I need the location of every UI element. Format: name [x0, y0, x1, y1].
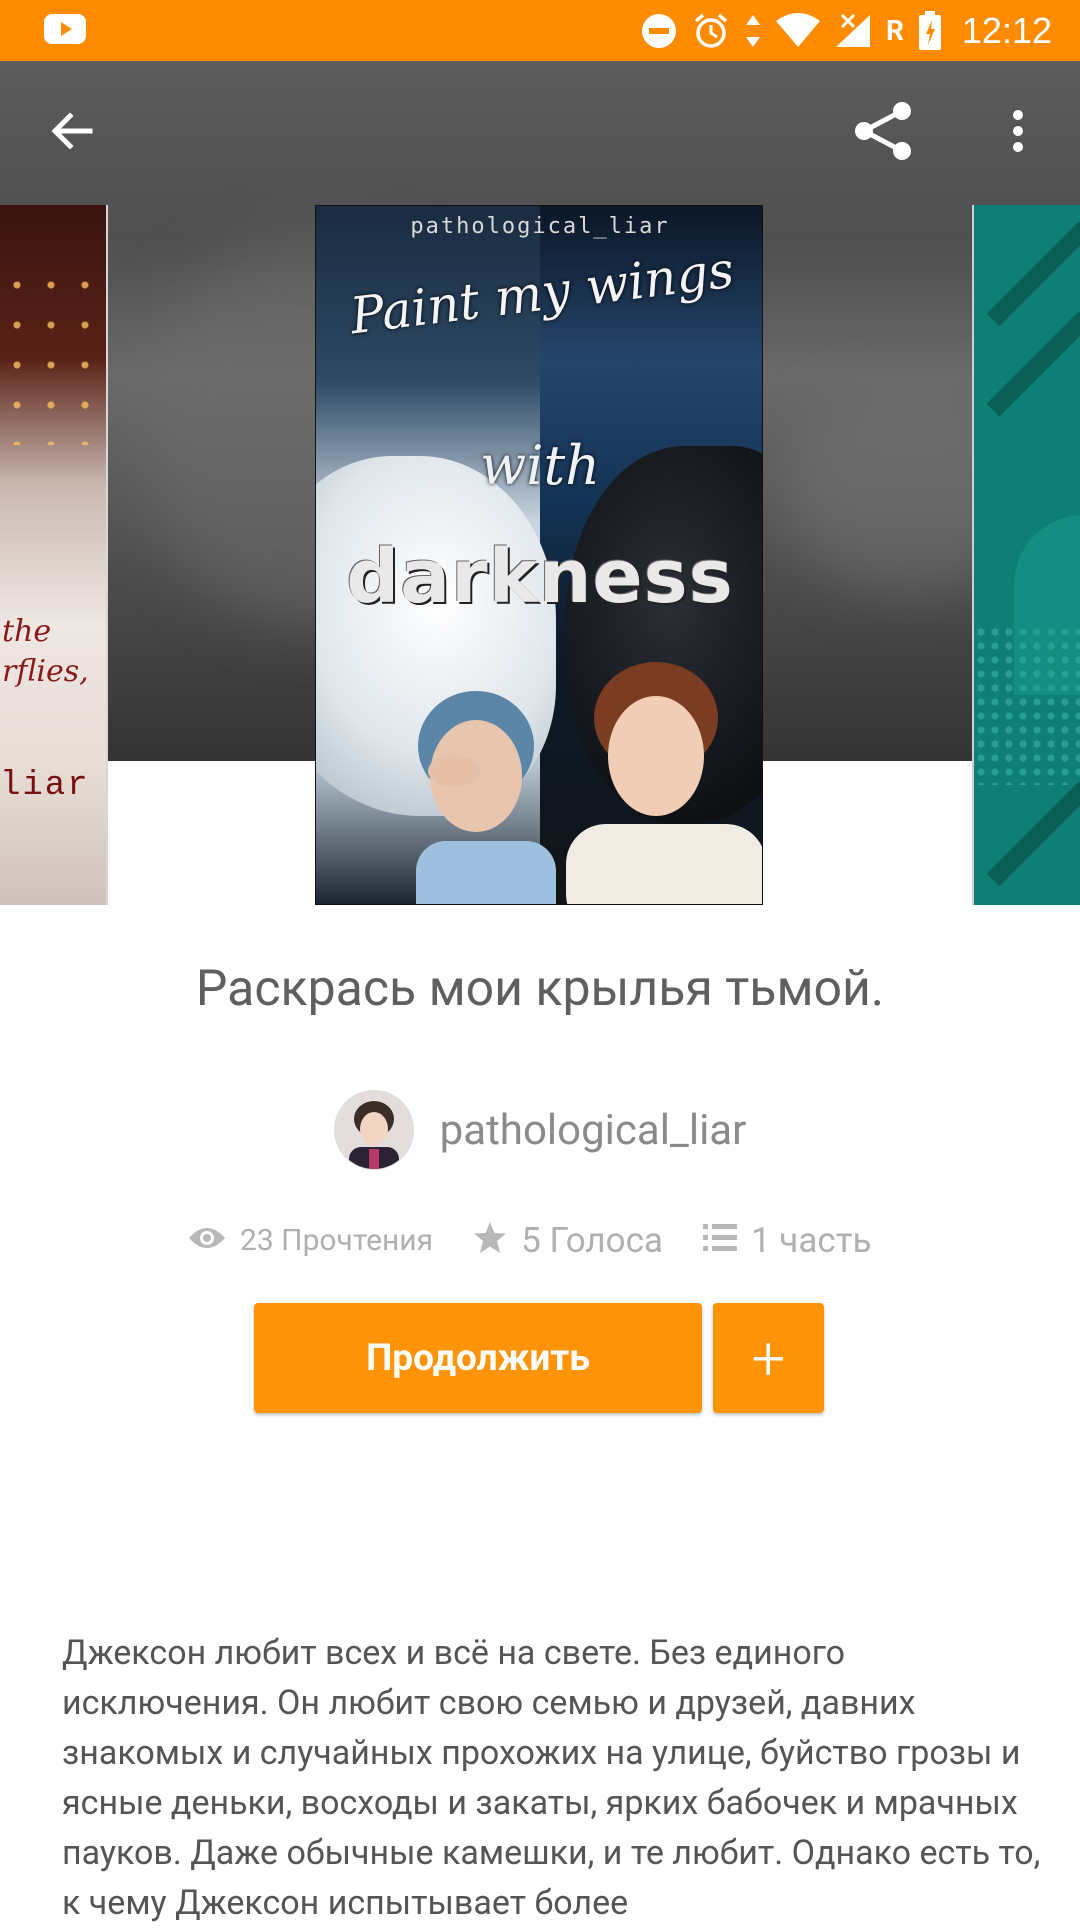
reads-count: 23 Прочтения — [240, 1222, 434, 1258]
status-icons: R 12:12 — [640, 0, 1052, 61]
author-row[interactable]: pathological_liar — [0, 1090, 1080, 1170]
next-story-cover[interactable] — [972, 205, 1080, 905]
cover-text: rflies, — [2, 654, 89, 689]
cover-text: the — [2, 614, 52, 649]
votes-stat: 5 Голоса — [473, 1220, 663, 1261]
roaming-icon: R — [885, 14, 904, 47]
reads-stat: 23 Прочтения — [188, 1223, 433, 1258]
signal-icon — [834, 13, 872, 49]
star-icon — [473, 1221, 507, 1259]
add-to-library-button[interactable]: + — [713, 1303, 824, 1413]
cover-title-line2: with — [480, 434, 600, 497]
cover-text: liar — [0, 767, 90, 805]
more-vert-icon — [1011, 109, 1025, 157]
story-title: Раскрась мои крылья тьмой. — [195, 960, 885, 1018]
battery-icon — [918, 10, 942, 51]
wifi-icon — [775, 12, 820, 49]
parts-count: 1 часть — [750, 1219, 872, 1261]
dnd-icon — [640, 12, 678, 50]
clock: 12:12 — [961, 9, 1052, 51]
previous-story-cover[interactable]: the rflies, liar — [0, 205, 108, 905]
more-options-button[interactable] — [982, 97, 1054, 169]
cover-person-right — [566, 662, 762, 904]
votes-count: 5 Голоса — [521, 1219, 663, 1261]
story-description: Джексон любит всех и всё на свете. Без е… — [62, 1633, 1041, 1923]
youtube-icon — [44, 14, 86, 44]
author-name[interactable]: pathological_liar — [440, 1106, 747, 1155]
continue-reading-button[interactable]: Продолжить — [254, 1303, 702, 1413]
eye-icon — [188, 1224, 226, 1256]
story-cover[interactable]: pathological_liar Paint my wings with da… — [315, 205, 763, 905]
author-avatar[interactable] — [333, 1090, 414, 1170]
parts-stat: 1 часть — [702, 1219, 872, 1261]
cover-title-line3: darkness — [346, 534, 734, 620]
share-icon — [852, 99, 916, 167]
list-icon — [702, 1224, 737, 1256]
data-arrows-icon — [744, 13, 762, 49]
status-bar: R 12:12 — [0, 0, 1080, 61]
cover-author: pathological_liar — [410, 214, 670, 239]
back-arrow-icon — [48, 107, 96, 159]
back-button[interactable] — [36, 97, 108, 169]
toolbar — [0, 61, 1080, 201]
story-stats: 23 Прочтения 5 Голоса 1 часть — [188, 1210, 912, 1270]
alarm-icon — [692, 12, 730, 50]
share-button[interactable] — [848, 97, 920, 169]
